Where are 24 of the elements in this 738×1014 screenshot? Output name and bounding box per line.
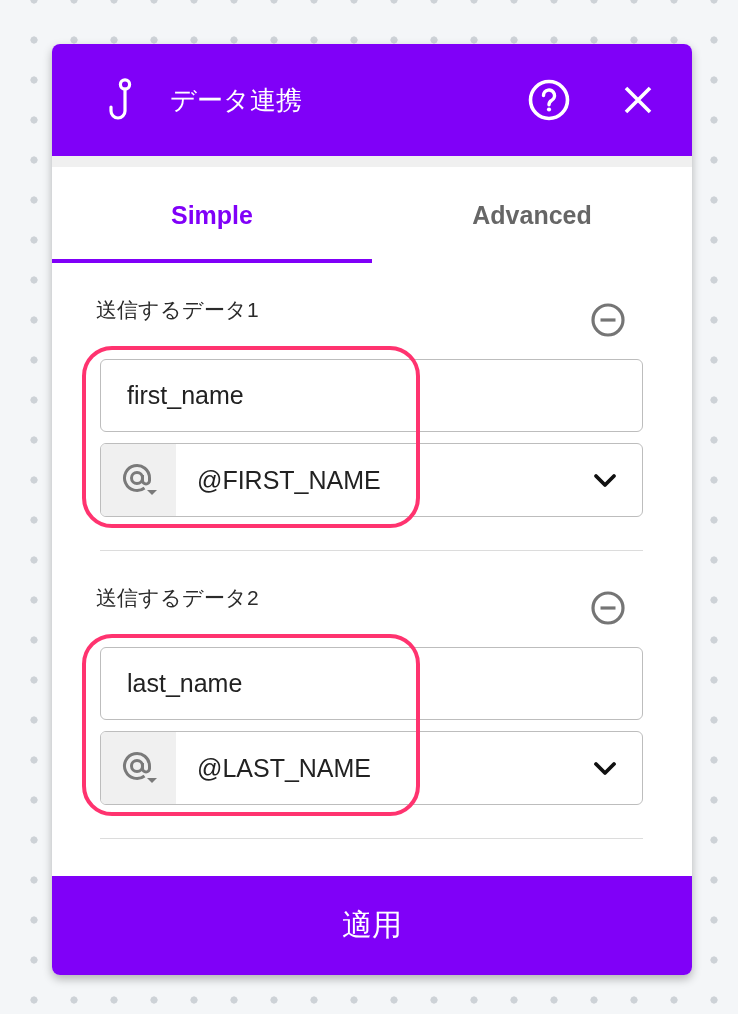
hook-icon <box>108 78 134 122</box>
variable-select[interactable]: @LAST_NAME <box>100 731 643 805</box>
minus-circle-icon <box>591 591 625 625</box>
help-icon <box>528 79 570 121</box>
close-button[interactable] <box>624 86 652 114</box>
entry-label: 送信するデータ2 <box>96 585 259 611</box>
tab[interactable]: Simple <box>52 167 372 263</box>
key-input[interactable]: first_name <box>100 359 643 432</box>
variable-select[interactable]: @FIRST_NAME <box>100 443 643 517</box>
entry-label: 送信するデータ1 <box>96 297 259 323</box>
chevron-down-icon <box>593 760 617 776</box>
key-input[interactable]: last_name <box>100 647 643 720</box>
at-sign-dropdown-icon <box>121 751 160 785</box>
chevron-down-icon <box>593 472 617 488</box>
apply-button[interactable]: 適用 <box>52 876 692 975</box>
variable-type-button[interactable] <box>101 732 176 804</box>
dialog-title: データ連携 <box>170 83 303 117</box>
remove-entry-button[interactable] <box>591 591 625 625</box>
remove-entry-button[interactable] <box>591 303 625 337</box>
help-button[interactable] <box>528 79 570 121</box>
close-icon <box>624 86 652 114</box>
variable-type-button[interactable] <box>101 444 176 516</box>
at-sign-dropdown-icon <box>121 463 160 497</box>
minus-circle-icon <box>591 303 625 337</box>
